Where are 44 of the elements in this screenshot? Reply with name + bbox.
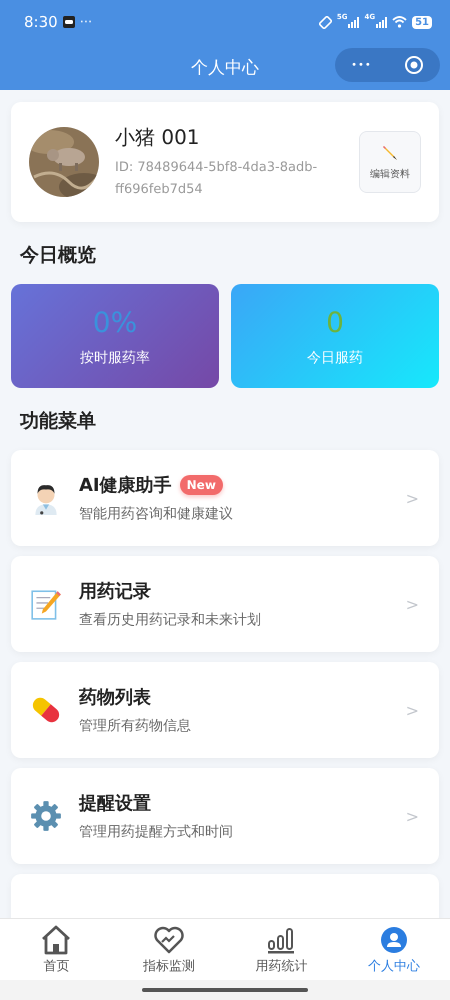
menu-item-title: 提醒设置 [79,792,151,815]
menu-item[interactable]: AI健康助手 New 智能用药咨询和健康建议 > [11,450,439,546]
stat-label: 按时服药率 [80,348,150,366]
wifi-icon [392,16,408,28]
user-name: 小猪 001 [115,124,201,150]
gamepad-icon [62,16,75,28]
section-title: 功能菜单 [20,409,97,434]
menu-item[interactable]: 药物列表 管理所有药物信息 > [11,662,439,758]
heart-pulse-icon [152,924,185,954]
status-more: ··· [80,14,92,30]
user-icon [378,924,409,954]
chevron-icon: > [406,594,419,614]
tab[interactable]: 用药统计 [225,919,338,980]
chevron-icon: > [406,700,419,720]
menu-item-subtitle: 智能用药咨询和健康建议 [79,505,234,523]
more-button[interactable]: ••• [351,60,372,70]
gear-icon [29,799,63,833]
menu-item-title: 用药记录 [79,580,151,603]
menu-item-title: AI健康助手 [79,474,172,497]
status-time: 8:30 [24,13,58,31]
chevron-icon: > [406,806,419,826]
stat-label: 今日服药 [307,348,363,366]
edit-profile-button[interactable]: 编辑资料 [359,131,421,193]
menu-item[interactable]: 提醒设置 管理用药提醒方式和时间 > [11,768,439,864]
signal-icon [376,16,388,28]
menu-item-subtitle: 管理所有药物信息 [79,717,192,735]
close-target-icon[interactable] [404,55,424,75]
menu-item-subtitle: 管理用药提醒方式和时间 [79,823,234,841]
menu-item-title: 药物列表 [79,686,151,709]
tab[interactable]: 指标监测 [112,919,225,980]
tab[interactable]: 个人中心 [338,919,450,980]
chevron-icon: > [406,488,419,508]
signal-icon [348,16,360,28]
menu-item[interactable]: 用药记录 查看历史用药记录和未来计划 > [11,556,439,652]
user-id: ID: 78489644-5bf8-4da3-8adb-ff696feb7d54 [115,158,318,198]
new-badge: New [180,475,223,495]
tab[interactable]: 首页 [0,919,112,980]
page-title: 个人中心 [191,56,259,78]
section-title: 今日概览 [20,243,97,268]
home-icon [40,924,72,954]
menu-item-subtitle: 查看历史用药记录和未来计划 [79,611,262,629]
stat-value: 0 [326,306,344,338]
rotate-lock-icon [318,16,332,28]
battery-indicator: 51 [412,16,432,28]
